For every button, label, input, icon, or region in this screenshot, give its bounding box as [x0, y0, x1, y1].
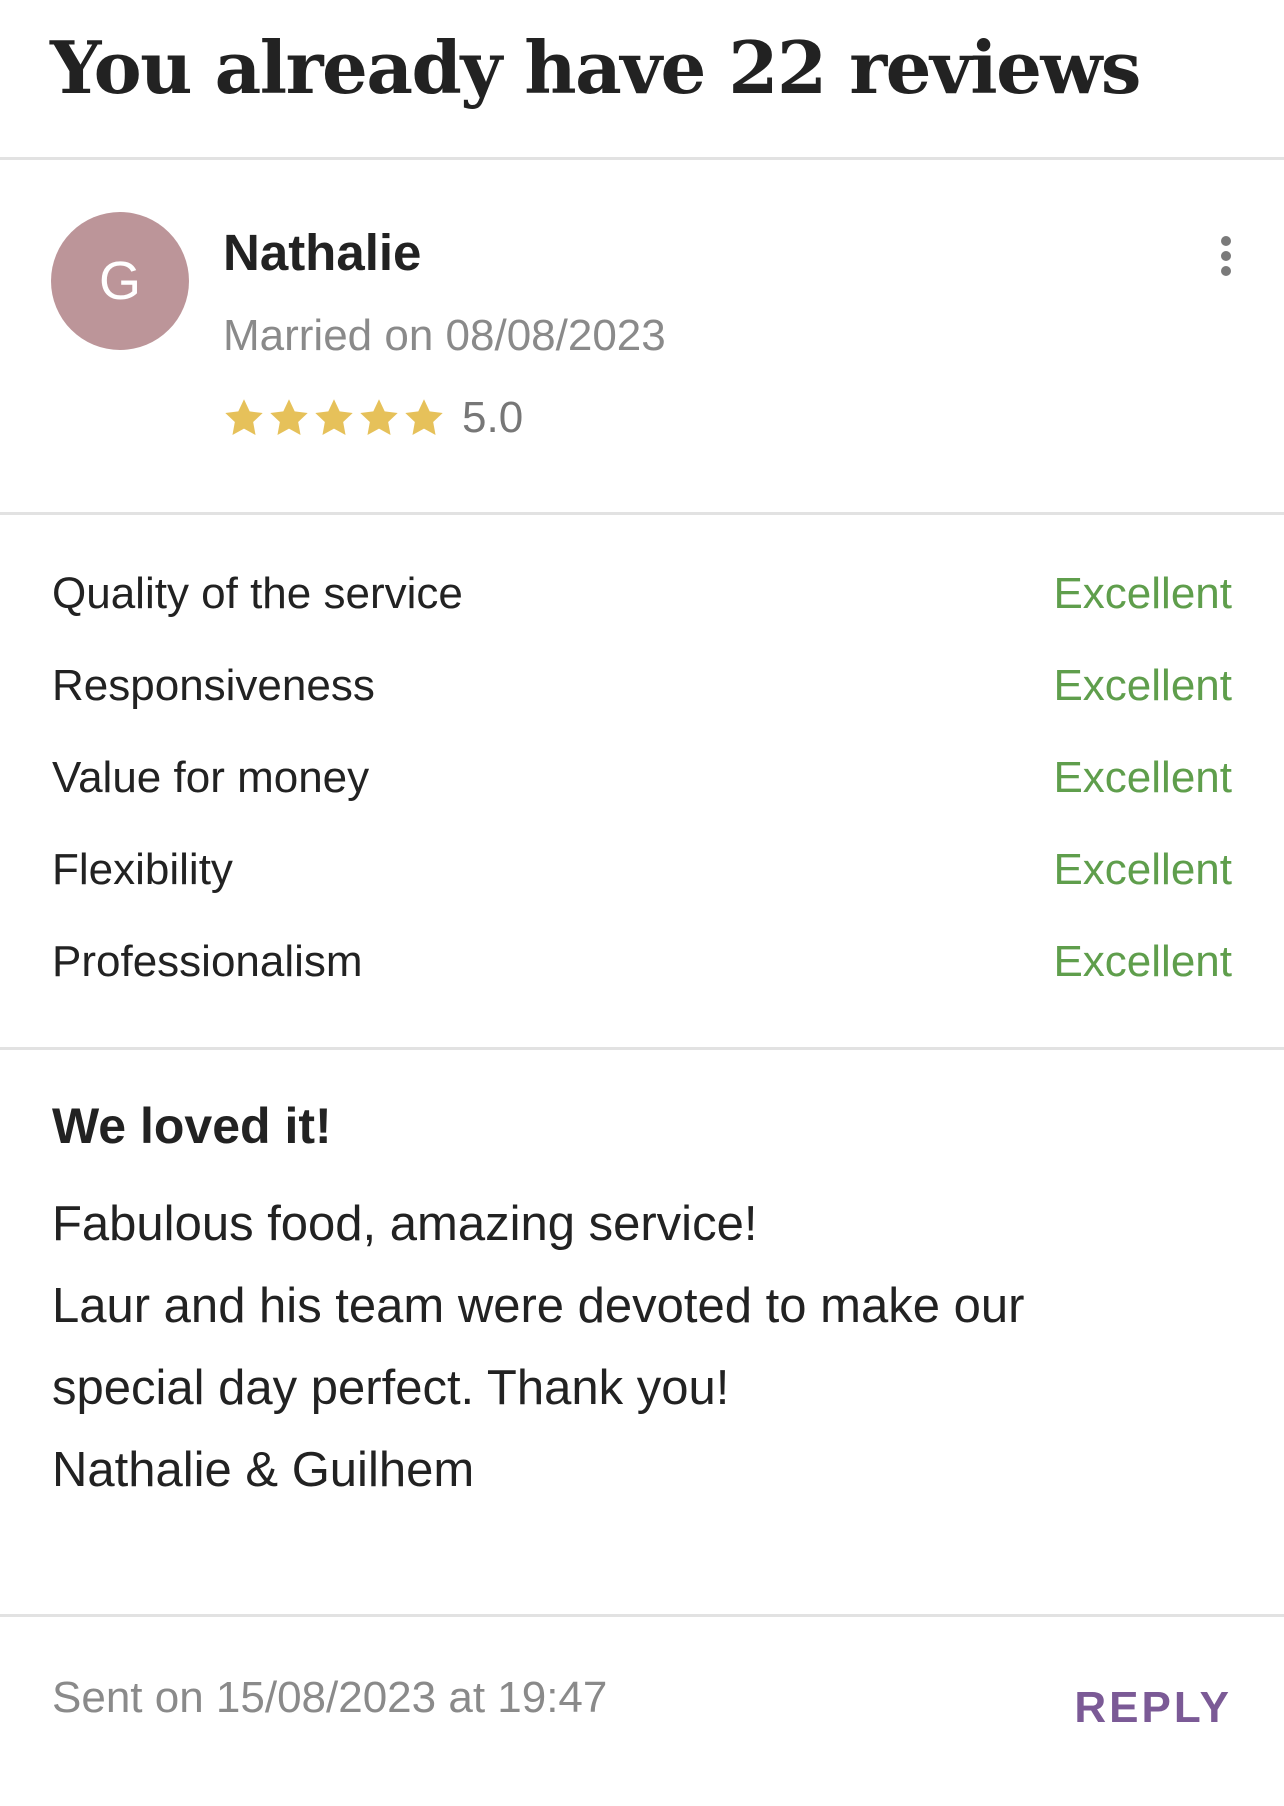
- criterion-row: Professionalism Excellent: [52, 916, 1232, 1008]
- criterion-value: Excellent: [1053, 845, 1232, 894]
- more-vertical-icon: [1221, 236, 1231, 246]
- page-title: You already have 22 reviews: [50, 25, 1141, 110]
- criterion-value: Excellent: [1053, 937, 1232, 986]
- star-icon: [225, 399, 263, 436]
- review-body: Fabulous food, amazing service! Laur and…: [52, 1183, 1232, 1511]
- criterion-value: Excellent: [1053, 753, 1232, 802]
- criterion-row: Quality of the service Excellent: [52, 548, 1232, 640]
- more-vertical-icon: [1221, 266, 1231, 276]
- rating: 5.0: [222, 390, 523, 446]
- sent-timestamp: Sent on 15/08/2023 at 19:47: [52, 1673, 608, 1722]
- criterion-label: Responsiveness: [52, 661, 375, 710]
- avatar-initial: G: [98, 251, 141, 311]
- divider: [0, 1614, 1284, 1617]
- review-text-line: Nathalie & Guilhem: [52, 1443, 475, 1497]
- criterion-value: Excellent: [1053, 661, 1232, 710]
- star-icon: [405, 399, 443, 436]
- criterion-value: Excellent: [1053, 569, 1232, 618]
- star-icon: [270, 399, 308, 436]
- criterion-label: Flexibility: [52, 845, 233, 894]
- review-title: We loved it!: [52, 1098, 332, 1154]
- reviewer-name: Nathalie: [223, 224, 422, 281]
- criterion-row: Value for money Excellent: [52, 732, 1232, 824]
- wedding-date: Married on 08/08/2023: [223, 311, 666, 360]
- divider: [0, 512, 1284, 515]
- criteria-list: Quality of the service Excellent Respons…: [52, 548, 1232, 1008]
- divider: [0, 157, 1284, 160]
- avatar: G: [51, 212, 189, 350]
- review-text-line: Fabulous food, amazing service!: [52, 1197, 758, 1251]
- rating-value: 5.0: [462, 393, 524, 442]
- more-vertical-icon: [1221, 251, 1231, 261]
- review-text-line: special day perfect. Thank you!: [52, 1361, 730, 1415]
- divider: [0, 1047, 1284, 1050]
- reply-button[interactable]: REPLY: [1074, 1680, 1232, 1736]
- criterion-label: Value for money: [52, 753, 370, 802]
- more-options-button[interactable]: [1200, 230, 1252, 282]
- star-icon: [360, 399, 398, 436]
- criterion-label: Quality of the service: [52, 569, 463, 618]
- criterion-row: Flexibility Excellent: [52, 824, 1232, 916]
- review-text-line: Laur and his team were devoted to make o…: [52, 1279, 1025, 1333]
- criterion-row: Responsiveness Excellent: [52, 640, 1232, 732]
- star-icon: [315, 399, 353, 436]
- star-rating: [222, 396, 446, 440]
- criterion-label: Professionalism: [52, 937, 363, 986]
